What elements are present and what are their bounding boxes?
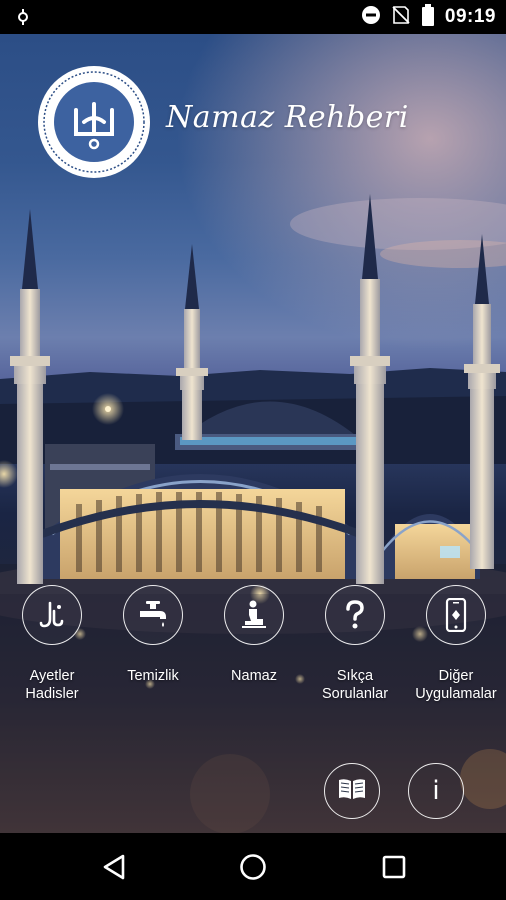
- recents-icon: [382, 855, 406, 879]
- menu-temizlik[interactable]: Temizlik: [103, 585, 203, 685]
- back-icon: [103, 854, 125, 880]
- app-title: Namaz Rehberi: [166, 100, 409, 135]
- arabic-calligraphy-icon: [22, 585, 82, 645]
- info-button[interactable]: i: [408, 763, 464, 819]
- menu-label: Temizlik: [127, 668, 179, 684]
- recents-button[interactable]: [378, 851, 410, 883]
- mosque-background: Namaz Rehberi Ayetler Hadisler Temizlik N…: [0, 34, 506, 833]
- location-icon: [16, 9, 30, 30]
- mobile-app-icon: [426, 585, 486, 645]
- home-button[interactable]: [237, 851, 269, 883]
- menu-sikca-sorulanlar[interactable]: Sıkça Sorulanlar: [305, 585, 405, 703]
- diyanet-logo: [38, 66, 150, 178]
- praying-person-icon: [224, 585, 284, 645]
- water-tap-icon: [123, 585, 183, 645]
- status-bar: 09:19: [0, 0, 506, 34]
- menu-diger-uygulamalar[interactable]: Diğer Uygulamalar: [406, 585, 506, 703]
- home-icon: [240, 854, 266, 880]
- menu-label: Sıkça Sorulanlar: [321, 668, 389, 702]
- do-not-disturb-icon: [361, 5, 381, 30]
- menu-ayetler-hadisler[interactable]: Ayetler Hadisler: [2, 585, 102, 703]
- navigation-bar: [0, 833, 506, 900]
- menu-label: Ayetler Hadisler: [25, 668, 79, 702]
- info-icon: i: [432, 776, 440, 806]
- battery-icon: [421, 3, 435, 31]
- menu-label: Namaz: [231, 668, 277, 684]
- menu-namaz[interactable]: Namaz: [204, 585, 304, 685]
- no-signal-icon: [391, 5, 411, 30]
- back-button[interactable]: [98, 851, 130, 883]
- question-icon: [325, 585, 385, 645]
- book-icon: [337, 776, 367, 807]
- app-screen: 09:19 Namaz Rehberi Ayetler Hadisler Tem…: [0, 0, 506, 900]
- clock: 09:19: [444, 6, 496, 27]
- book-button[interactable]: [324, 763, 380, 819]
- menu-label: Diğer Uygulamalar: [415, 668, 497, 702]
